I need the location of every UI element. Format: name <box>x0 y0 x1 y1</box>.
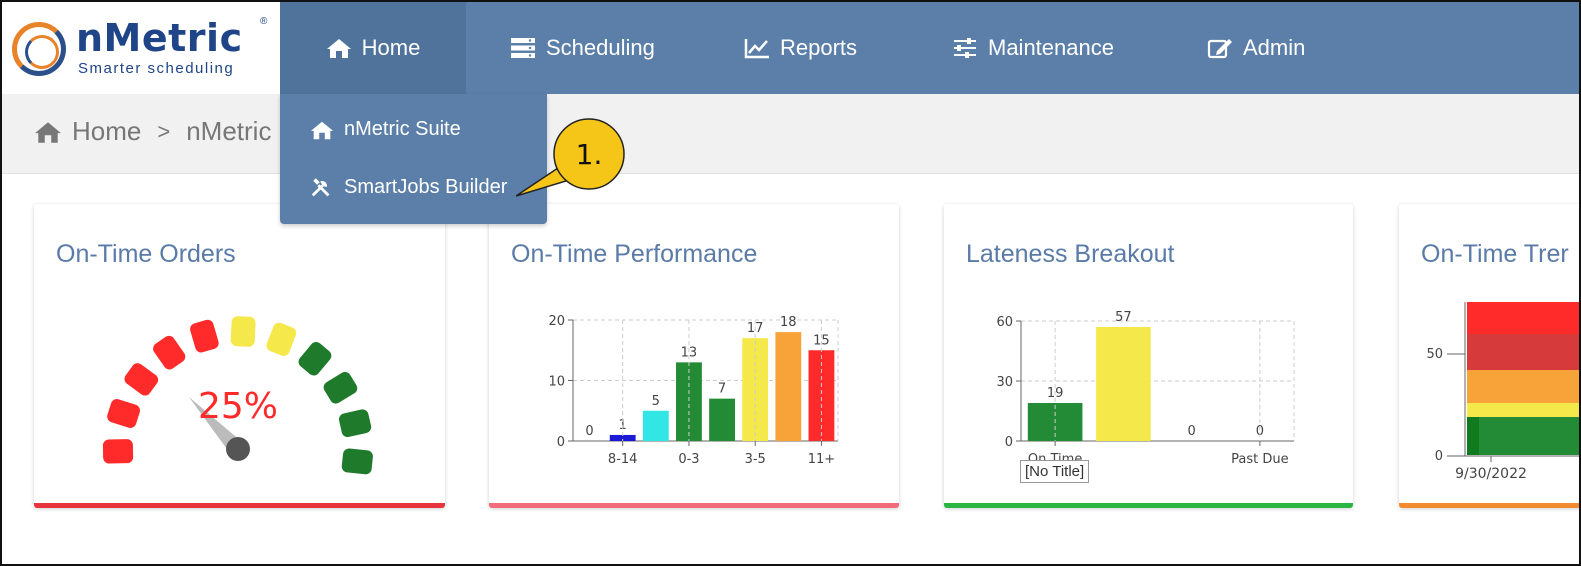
logo-tagline: Smarter scheduling <box>78 60 235 77</box>
data-label: 57 <box>1115 310 1132 325</box>
menu-item-nmetric-suite[interactable]: nMetric Suite <box>310 118 461 141</box>
data-label: 5 <box>652 394 660 409</box>
card-title: Lateness Breakout <box>966 240 1175 268</box>
bar <box>1096 327 1151 441</box>
card-bottom-bar <box>1399 503 1579 508</box>
trend-ytick: 0 <box>1435 449 1443 464</box>
card-title: On-Time Trer <box>1421 240 1569 268</box>
card-bottom-bar <box>34 503 445 508</box>
screenshot-frame: nMetric ® Smarter scheduling Home Schedu… <box>0 0 1581 566</box>
trend-ytick: 50 <box>1426 347 1443 362</box>
breadcrumb-home-icon[interactable] <box>34 120 62 144</box>
data-label: 18 <box>780 315 797 330</box>
gauge-segment <box>341 448 373 475</box>
card-title: On-Time Performance <box>511 240 758 268</box>
trend-area-orange <box>1467 370 1579 403</box>
menu-item-label: SmartJobs Builder <box>344 176 508 198</box>
trend-area-darkgreen <box>1467 417 1479 455</box>
edit-icon <box>1207 39 1232 59</box>
bar <box>642 410 669 441</box>
gauge-segment <box>338 409 372 438</box>
data-label: 7 <box>718 382 726 397</box>
card-bottom-bar <box>489 503 899 508</box>
y-tick-label: 0 <box>557 435 565 450</box>
gauge-value: 25% <box>198 386 278 427</box>
gauge-segment <box>102 439 134 464</box>
step-callout: 1. <box>516 118 625 197</box>
nav-reports-label: Reports <box>780 35 858 60</box>
nav-maintenance[interactable]: Maintenance <box>952 2 1114 94</box>
gauge-segment <box>153 335 186 370</box>
callout-number: 1. <box>576 138 603 171</box>
breadcrumb-separator: > <box>157 118 171 144</box>
gauge-needle-hub <box>226 437 250 461</box>
logo-name: nMetric <box>76 16 243 60</box>
x-tick-label: 8-14 <box>608 452 638 467</box>
nav-admin-label: Admin <box>1243 35 1306 60</box>
data-label: 0 <box>585 424 593 439</box>
trend-area-red <box>1467 302 1579 337</box>
breadcrumb-current: nMetric <box>186 116 272 146</box>
on-time-trend-chart: 50 0 9/30/2022 <box>1426 302 1579 482</box>
gauge-segment <box>107 399 140 428</box>
on-time-performance-chart: 010200 18-145130-37173-5181511+ <box>548 314 839 467</box>
y-tick-label: 60 <box>996 315 1013 330</box>
home-icon <box>326 39 351 58</box>
top-nav-bar: nMetric ® Smarter scheduling Home Schedu… <box>2 2 1579 94</box>
sliders-icon <box>954 38 976 58</box>
trend-area-darkred <box>1467 334 1579 370</box>
trend-area-green <box>1467 417 1579 455</box>
on-time-performance-card[interactable]: On-Time Performance 0 10 20 0 1 8-14 5 13 0-3 7 17… <box>489 204 899 508</box>
trend-area-yellow <box>1467 403 1579 417</box>
trend-x-label: 9/30/2022 <box>1455 466 1527 482</box>
line-chart-icon <box>744 39 769 59</box>
nav-scheduling[interactable]: Scheduling <box>510 2 655 94</box>
bar <box>775 332 802 441</box>
x-tick-label: 0-3 <box>678 452 699 467</box>
logo-ring-icon <box>12 22 66 76</box>
chart-tooltip: [No Title] <box>1020 460 1090 483</box>
on-time-orders-card[interactable]: On-Time Orders 25% <box>34 204 445 508</box>
y-tick-label: 10 <box>548 375 565 390</box>
server-icon <box>511 38 535 58</box>
nav-home[interactable]: Home <box>280 2 466 94</box>
card-bottom-bar <box>944 503 1353 508</box>
gauge-segment <box>298 342 332 376</box>
tools-icon <box>311 177 330 196</box>
logo[interactable]: nMetric ® Smarter scheduling <box>2 2 280 94</box>
breadcrumb-home[interactable]: Home <box>72 116 141 147</box>
lateness-breakout-card[interactable]: Lateness Breakout 0306019On Time5700Past… <box>944 204 1353 508</box>
x-tick-label: 3-5 <box>745 452 766 467</box>
home-dropdown-menu: nMetric Suite SmartJobs Builder <box>280 94 547 224</box>
home-icon <box>310 121 334 139</box>
y-tick-label: 20 <box>548 314 565 329</box>
nav-scheduling-label: Scheduling <box>546 35 655 60</box>
bar <box>709 398 735 441</box>
nav-reports[interactable]: Reports <box>744 2 857 94</box>
nav-admin[interactable]: Admin <box>1207 2 1305 94</box>
on-time-trend-card[interactable]: On-Time Trer 50 0 9/30/2022 <box>1399 204 1579 508</box>
x-tick-label: 11+ <box>808 452 835 467</box>
lateness-breakout-chart: 0306019On Time5700Past Due <box>996 310 1295 467</box>
gauge-segment <box>230 316 256 347</box>
on-time-orders-gauge: 25% <box>102 316 373 475</box>
y-tick-label: 0 <box>1005 435 1013 450</box>
logo-registered-mark: ® <box>260 16 268 27</box>
bar <box>676 362 702 441</box>
menu-item-label: nMetric Suite <box>344 118 461 140</box>
x-tick-label: Past Due <box>1231 452 1288 467</box>
data-label: 0 <box>1187 424 1195 439</box>
y-tick-label: 30 <box>996 375 1013 390</box>
gauge-segment <box>266 322 297 356</box>
breadcrumb: Home > nMetric <box>34 116 271 147</box>
nav-home-label: Home <box>361 35 421 60</box>
gauge-segment <box>190 319 219 353</box>
gauge-segment <box>124 363 159 396</box>
nav-maintenance-label: Maintenance <box>988 35 1114 60</box>
gauge-segment <box>323 371 358 404</box>
menu-item-smartjobs-builder[interactable]: SmartJobs Builder <box>310 176 507 199</box>
